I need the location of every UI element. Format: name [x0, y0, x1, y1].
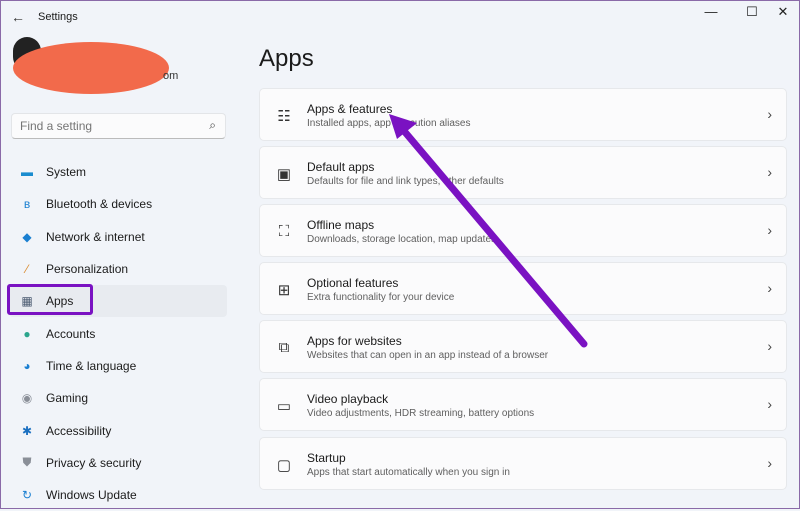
- sidebar-item-windows-update[interactable]: ↻ Windows Update: [9, 479, 227, 511]
- card-title: Video playback: [307, 392, 389, 407]
- card-subtitle: Defaults for file and link types, other …: [307, 176, 504, 188]
- sidebar-item-bluetooth-devices[interactable]: ʙ Bluetooth & devices: [9, 188, 227, 220]
- card-subtitle: Apps that start automatically when you s…: [307, 466, 510, 478]
- search-icon[interactable]: ⌕: [209, 118, 216, 133]
- chevron-right-icon: ›: [767, 106, 772, 122]
- sidebar-item-accessibility[interactable]: ✱ Accessibility: [9, 414, 227, 446]
- offline-maps-icon: ⛶: [278, 223, 290, 241]
- sidebar-item-accounts[interactable]: ● Accounts: [9, 317, 227, 349]
- card-startup[interactable]: ▢ Startup Apps that start automatically wh…: [259, 436, 787, 490]
- apps-features-icon: ☷: [277, 108, 291, 125]
- chevron-right-icon: ›: [767, 454, 772, 471]
- sidebar-item-system[interactable]: ▬ System: [9, 156, 227, 188]
- search-box[interactable]: ⌕: [11, 113, 226, 139]
- maximize-button[interactable]: ☐: [742, 4, 762, 20]
- accounts-icon: ●: [23, 326, 31, 341]
- default-apps-icon: ▣: [276, 166, 292, 184]
- sidebar-item-label: Windows Update: [46, 488, 137, 503]
- title-bar: ← Settings — ☐ ✕: [1, 1, 799, 33]
- card-apps-features[interactable]: ☷ Apps & features Installed apps, app exec…: [259, 88, 787, 141]
- card-default-apps[interactable]: ▣ Default apps Defaults for file and link …: [259, 146, 787, 200]
- sidebar-item-label: Privacy & security: [46, 455, 142, 470]
- sidebar-item-label: Personalization: [46, 262, 129, 277]
- card-title: Offline maps: [307, 218, 375, 233]
- highlight-box: [7, 284, 93, 315]
- chevron-right-icon: ›: [767, 396, 772, 413]
- windows-update-icon: ↻: [21, 488, 33, 503]
- startup-icon: ▢: [276, 456, 292, 474]
- card-title: Apps for websites: [307, 334, 402, 349]
- card-video-playback[interactable]: ▭ Video playback Video adjustments, HDR st…: [259, 378, 787, 432]
- card-apps-for-websites[interactable]: ⧉ Apps for websites Websites that can open…: [259, 320, 787, 374]
- chevron-right-icon: ›: [767, 164, 772, 181]
- sidebar-item-label: Accounts: [46, 326, 96, 341]
- card-subtitle: Installed apps, app execution aliases: [307, 118, 471, 129]
- sidebar-item-privacy-security[interactable]: ⛊ Privacy & security: [9, 447, 227, 479]
- sidebar-item-gaming[interactable]: ◉ Gaming: [9, 382, 227, 414]
- account-email: om: [163, 70, 179, 82]
- sidebar-item-label: Accessibility: [46, 423, 112, 438]
- sidebar-item-label: System: [46, 165, 87, 180]
- card-subtitle: Websites that can open in an app instead…: [307, 350, 549, 362]
- apps-for-websites-icon: ⧉: [278, 339, 290, 357]
- accessibility-icon: ✱: [21, 423, 33, 438]
- system-icon: ▬: [21, 165, 33, 180]
- settings-list: ☷ Apps & features Installed apps, app exec…: [259, 88, 787, 495]
- page-title: Apps: [259, 45, 314, 72]
- card-title: Optional features: [307, 276, 399, 291]
- sidebar-item-time-language[interactable]: ◕ Time & language: [9, 350, 227, 382]
- sidebar-item-personalization[interactable]: ⁄ Personalization: [9, 253, 227, 285]
- personalization-icon: ⁄: [25, 262, 28, 277]
- chevron-right-icon: ›: [767, 222, 772, 239]
- bluetooth-devices-icon: ʙ: [23, 197, 31, 212]
- card-subtitle: Extra functionality for your device: [307, 292, 455, 304]
- card-offline-maps[interactable]: ⛶ Offline maps Downloads, storage location…: [259, 204, 787, 258]
- sidebar-item-label: Bluetooth & devices: [46, 197, 153, 212]
- sidebar-item-network-internet[interactable]: ◆ Network & internet: [9, 221, 227, 253]
- redaction-mark: [13, 42, 169, 94]
- card-title: Apps & features: [307, 102, 393, 116]
- card-title: Default apps: [307, 160, 375, 175]
- video-playback-icon: ▭: [276, 398, 292, 416]
- time-language-icon: ◕: [23, 358, 31, 373]
- back-arrow-icon[interactable]: ←: [11, 9, 25, 25]
- optional-features-icon: ⊞: [277, 282, 291, 300]
- card-optional-features[interactable]: ⊞ Optional features Extra functionality fo…: [259, 262, 787, 316]
- sidebar-item-label: Network & internet: [46, 229, 145, 244]
- window-title: Settings: [38, 11, 78, 23]
- close-button[interactable]: ✕: [773, 4, 793, 20]
- minimize-button[interactable]: —: [701, 4, 721, 19]
- card-subtitle: Video adjustments, HDR streaming, batter…: [307, 408, 535, 420]
- chevron-right-icon: ›: [767, 280, 772, 297]
- sidebar-item-label: Time & language: [46, 358, 137, 373]
- sidebar-item-label: Gaming: [46, 391, 89, 406]
- gaming-icon: ◉: [21, 391, 33, 406]
- card-subtitle: Downloads, storage location, map updates: [307, 234, 497, 246]
- chevron-right-icon: ›: [767, 338, 772, 355]
- sidebar-nav: ▬ System ʙ Bluetooth & devices ◆ Network & in…: [9, 156, 227, 511]
- network-internet-icon: ◆: [22, 229, 32, 244]
- card-title: Startup: [307, 450, 346, 465]
- search-input[interactable]: [20, 119, 200, 133]
- privacy-security-icon: ⛊: [22, 455, 32, 470]
